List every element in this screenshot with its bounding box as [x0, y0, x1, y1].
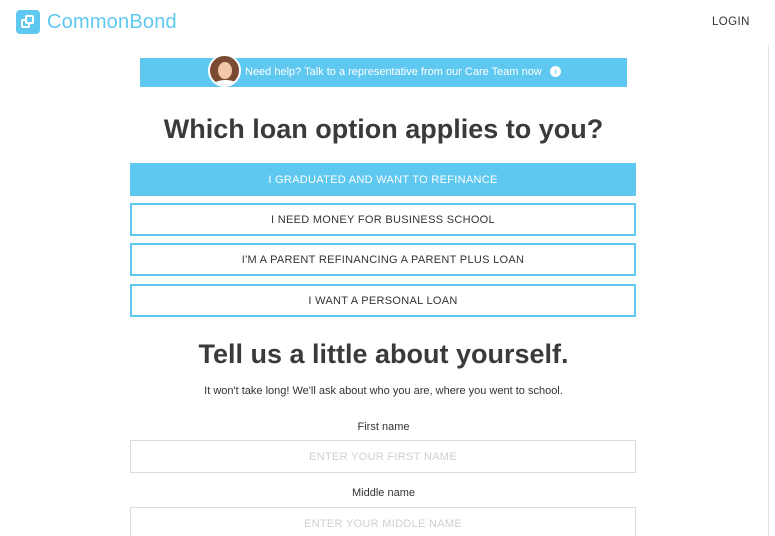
commonbond-logo[interactable]: CommonBond: [16, 10, 177, 34]
site-header: CommonBond LOGIN: [0, 0, 775, 45]
brand-name: CommonBond: [47, 10, 177, 33]
loan-option-personal-loan[interactable]: I WANT A PERSONAL LOAN: [130, 284, 636, 317]
care-team-avatar: [208, 54, 241, 87]
middle-name-input[interactable]: [130, 507, 636, 536]
help-banner-text: Need help? Talk to a representative from…: [245, 66, 542, 78]
loan-option-parent-plus[interactable]: I'M A PARENT REFINANCING A PARENT PLUS L…: [130, 243, 636, 276]
middle-name-label: Middle name: [352, 487, 415, 499]
about-yourself-title: Tell us a little about yourself.: [198, 339, 569, 369]
first-name-input[interactable]: [130, 440, 636, 473]
help-banner[interactable]: Need help? Talk to a representative from…: [140, 54, 627, 87]
chevron-right-circle-icon: ›: [550, 66, 561, 77]
logo-icon: [16, 10, 40, 34]
page-edge-divider: [768, 45, 769, 536]
about-yourself-subtitle: It won't take long! We'll ask about who …: [204, 385, 563, 397]
first-name-label: First name: [357, 421, 410, 433]
loan-option-title: Which loan option applies to you?: [163, 114, 604, 144]
loan-option-refinance[interactable]: I GRADUATED AND WANT TO REFINANCE: [130, 163, 636, 196]
login-link[interactable]: LOGIN: [712, 16, 750, 28]
loan-option-business-school[interactable]: I NEED MONEY FOR BUSINESS SCHOOL: [130, 203, 636, 236]
